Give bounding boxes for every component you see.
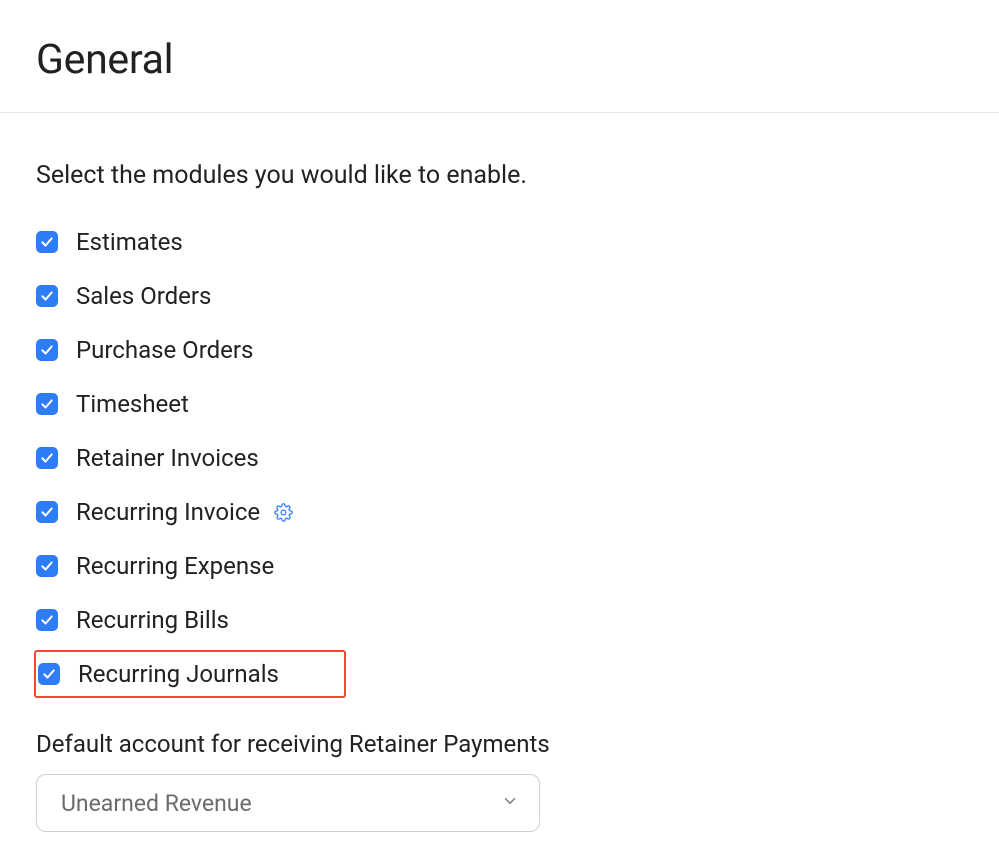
check-icon xyxy=(40,289,54,303)
default-account-label: Default account for receiving Retainer P… xyxy=(36,730,963,758)
checkbox-timesheet[interactable] xyxy=(36,393,58,415)
recurring-invoice-settings-button[interactable] xyxy=(274,503,293,522)
default-account-select[interactable]: Unearned Revenue xyxy=(36,774,540,832)
module-label: Retainer Invoices xyxy=(76,444,259,472)
module-row-recurring-invoice: Recurring Invoice xyxy=(36,498,963,526)
default-account-value: Unearned Revenue xyxy=(61,790,252,817)
module-row-recurring-bills: Recurring Bills xyxy=(36,606,963,634)
check-icon xyxy=(40,613,54,627)
checkbox-recurring-journals[interactable] xyxy=(38,663,60,685)
module-label: Recurring Invoice xyxy=(76,498,260,526)
module-label: Timesheet xyxy=(76,390,189,418)
module-row-recurring-expense: Recurring Expense xyxy=(36,552,963,580)
module-label: Recurring Expense xyxy=(76,552,274,580)
check-icon xyxy=(40,559,54,573)
module-label: Estimates xyxy=(76,228,183,256)
intro-text: Select the modules you would like to ena… xyxy=(36,161,963,190)
checkbox-purchase-orders[interactable] xyxy=(36,339,58,361)
checkbox-recurring-bills[interactable] xyxy=(36,609,58,631)
module-row-sales-orders: Sales Orders xyxy=(36,282,963,310)
page-title: General xyxy=(36,36,963,84)
module-row-retainer-invoices: Retainer Invoices xyxy=(36,444,963,472)
check-icon xyxy=(40,451,54,465)
module-label: Recurring Bills xyxy=(76,606,229,634)
checkbox-recurring-invoice[interactable] xyxy=(36,501,58,523)
default-account-field: Default account for receiving Retainer P… xyxy=(36,730,963,832)
checkbox-recurring-expense[interactable] xyxy=(36,555,58,577)
module-row-timesheet: Timesheet xyxy=(36,390,963,418)
checkbox-estimates[interactable] xyxy=(36,231,58,253)
module-list: Estimates Sales Orders Purchase Orders T… xyxy=(36,228,963,688)
check-icon xyxy=(40,235,54,249)
module-label: Recurring Journals xyxy=(78,660,279,688)
checkbox-sales-orders[interactable] xyxy=(36,285,58,307)
check-icon xyxy=(40,397,54,411)
header: General xyxy=(0,0,999,112)
module-label: Purchase Orders xyxy=(76,336,253,364)
check-icon xyxy=(40,343,54,357)
module-label: Sales Orders xyxy=(76,282,211,310)
module-row-recurring-journals: Recurring Journals xyxy=(34,650,346,698)
check-icon xyxy=(40,505,54,519)
gear-icon xyxy=(274,503,293,522)
checkbox-retainer-invoices[interactable] xyxy=(36,447,58,469)
check-icon xyxy=(42,667,56,681)
content: Select the modules you would like to ena… xyxy=(0,113,999,868)
module-row-estimates: Estimates xyxy=(36,228,963,256)
module-row-purchase-orders: Purchase Orders xyxy=(36,336,963,364)
chevron-down-icon xyxy=(501,792,519,814)
